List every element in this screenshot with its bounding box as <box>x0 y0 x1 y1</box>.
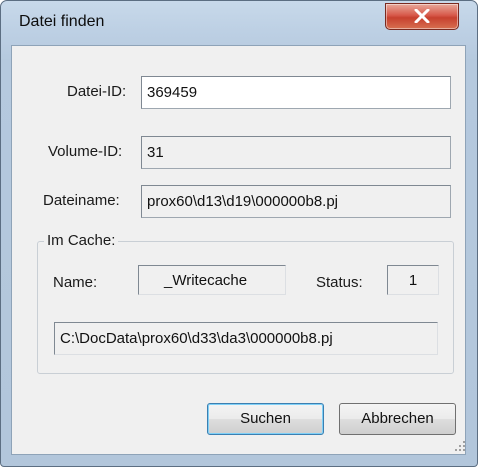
dialog-client-area: Datei-ID: 369459 Volume-ID: 31 Dateiname… <box>11 45 466 455</box>
dateiname-label: Dateiname: <box>43 192 120 209</box>
cache-group-label: Im Cache: <box>44 232 119 249</box>
cache-path-field: C:\DocData\prox60\d33\da3\000000b8.pj <box>54 322 438 355</box>
search-button[interactable]: Suchen <box>207 403 324 435</box>
datei-id-input[interactable]: 369459 <box>141 76 451 109</box>
window-title: Datei finden <box>19 13 105 30</box>
title-bar[interactable]: Datei finden <box>1 1 477 45</box>
cache-name-label: Name: <box>53 274 98 291</box>
cancel-button[interactable]: Abbrechen <box>339 403 456 435</box>
cache-name-field: _Writecache <box>138 265 286 295</box>
resize-grip-icon[interactable] <box>452 438 466 452</box>
status-label: Status: <box>316 274 363 291</box>
volume-id-field: 31 <box>141 136 451 169</box>
dialog-window: Datei finden Datei-ID: 369459 Volume-ID:… <box>0 0 478 467</box>
status-field: 1 <box>387 265 439 295</box>
close-button[interactable] <box>385 3 459 30</box>
dateiname-field: prox60\d13\d19\000000b8.pj <box>141 185 451 218</box>
volume-id-label: Volume-ID: <box>48 143 123 160</box>
datei-id-label: Datei-ID: <box>67 83 127 100</box>
close-x-icon <box>414 9 430 23</box>
